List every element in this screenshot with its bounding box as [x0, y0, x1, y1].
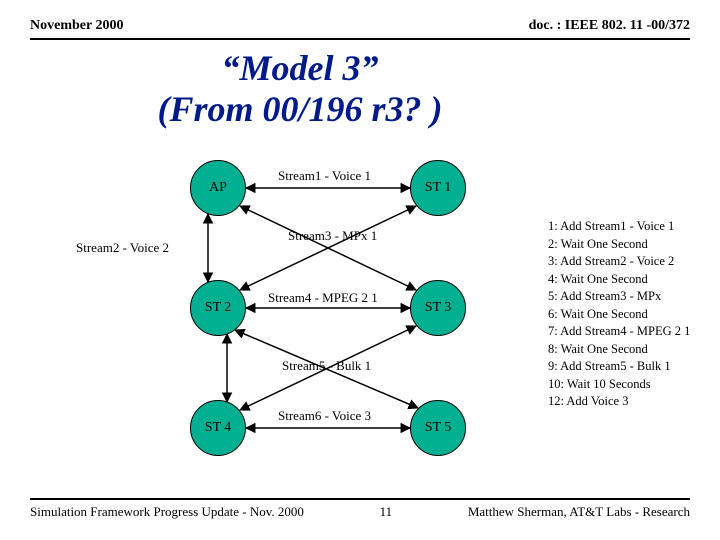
footer-page: 11 — [380, 504, 393, 520]
node-ap-label: AP — [209, 180, 227, 196]
node-st4-label: ST 4 — [205, 420, 232, 436]
footer-rule — [30, 498, 690, 500]
header-docid: doc. : IEEE 802. 11 -00/372 — [529, 18, 690, 34]
step-item: 5: Add Stream3 - MPx — [548, 288, 716, 306]
node-st1: ST 1 — [410, 160, 466, 216]
label-stream6: Stream6 - Voice 3 — [278, 408, 371, 424]
node-st5: ST 5 — [410, 400, 466, 456]
step-item: 2: Wait One Second — [548, 236, 716, 254]
footer-right: Matthew Sherman, AT&T Labs - Research — [468, 504, 690, 520]
step-item: 4: Wait One Second — [548, 271, 716, 289]
step-item: 9: Add Stream5 - Bulk 1 — [548, 358, 716, 376]
slide-header: November 2000 doc. : IEEE 802. 11 -00/37… — [30, 18, 690, 34]
header-date: November 2000 — [30, 18, 123, 34]
step-item: 3: Add Stream2 - Voice 2 — [548, 253, 716, 271]
node-st4: ST 4 — [190, 400, 246, 456]
slide-footer: Simulation Framework Progress Update - N… — [30, 504, 690, 520]
node-ap: AP — [190, 160, 246, 216]
step-item: 12: Add Voice 3 — [548, 393, 716, 411]
node-st3: ST 3 — [410, 280, 466, 336]
node-st2-label: ST 2 — [205, 300, 232, 316]
node-st3-label: ST 3 — [425, 300, 452, 316]
title-line-1: “Model 3” — [222, 48, 379, 88]
label-stream5: Stream5 - Bulk 1 — [282, 358, 371, 374]
step-item: 10: Wait 10 Seconds — [548, 376, 716, 394]
title-line-2: (From 00/196 r3? ) — [157, 89, 442, 129]
node-st1-label: ST 1 — [425, 180, 452, 196]
step-item: 8: Wait One Second — [548, 341, 716, 359]
network-diagram: AP ST 1 ST 2 ST 3 ST 4 ST 5 Stream1 - Vo… — [30, 150, 530, 480]
step-item: 6: Wait One Second — [548, 306, 716, 324]
step-item: 1: Add Stream1 - Voice 1 — [548, 218, 716, 236]
header-rule — [30, 38, 690, 40]
label-stream4: Stream4 - MPEG 2 1 — [268, 290, 378, 306]
node-st5-label: ST 5 — [425, 420, 452, 436]
node-st2: ST 2 — [190, 280, 246, 336]
label-stream1: Stream1 - Voice 1 — [278, 168, 371, 184]
step-item: 7: Add Stream4 - MPEG 2 1 — [548, 323, 716, 341]
footer-left: Simulation Framework Progress Update - N… — [30, 504, 304, 520]
label-stream2: Stream2 - Voice 2 — [76, 240, 169, 256]
label-stream3: Stream3 - MPx 1 — [288, 228, 377, 244]
slide-title: “Model 3” (From 00/196 r3? ) — [0, 48, 600, 131]
steps-list: 1: Add Stream1 - Voice 1 2: Wait One Sec… — [548, 218, 716, 411]
